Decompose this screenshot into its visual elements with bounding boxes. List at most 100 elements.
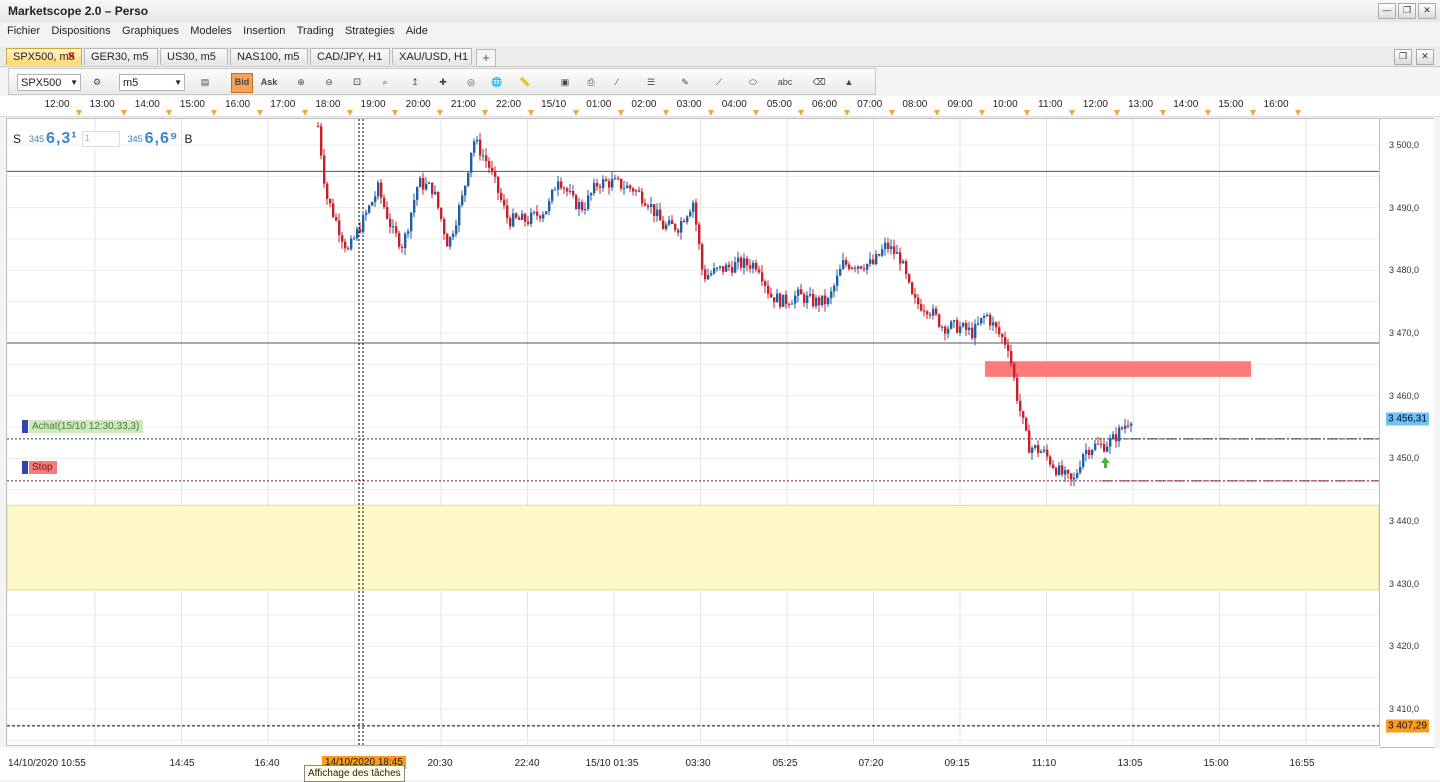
- text-icon[interactable]: abc: [775, 73, 795, 91]
- lines-style-icon[interactable]: ☰: [641, 73, 661, 91]
- chart-canvas[interactable]: [7, 119, 1379, 745]
- candle-body: [767, 285, 770, 294]
- eraser-icon[interactable]: ⌫: [809, 73, 829, 91]
- instrument-select[interactable]: SPX500 ▼: [17, 74, 81, 91]
- menu-aide[interactable]: Aide: [402, 22, 432, 37]
- tab-ger30[interactable]: GER30, m5: [84, 48, 158, 65]
- candle-body: [635, 190, 638, 192]
- time-label-top: 18:00: [315, 99, 341, 110]
- tab-nas100[interactable]: NAS100, m5: [230, 48, 308, 65]
- menu-fichier[interactable]: Fichier: [3, 22, 44, 37]
- line-tool-icon[interactable]: ⟋: [709, 73, 729, 91]
- candle-body: [1013, 363, 1016, 378]
- print-icon[interactable]: ⎙: [581, 73, 601, 91]
- restore-chart-icon[interactable]: ❐: [1394, 49, 1412, 65]
- candle-body: [320, 126, 323, 156]
- candle-body: [854, 267, 857, 269]
- session-marker-icon: [1204, 110, 1211, 116]
- candle-body: [317, 126, 320, 128]
- candle-body: [647, 205, 650, 208]
- candle-body: [341, 235, 344, 242]
- candle-body: [680, 221, 683, 233]
- menu-graphiques[interactable]: Graphiques: [118, 22, 183, 37]
- tree-icon[interactable]: ▲: [839, 73, 859, 91]
- fib-icon[interactable]: ∕: [607, 73, 627, 91]
- menu-trading[interactable]: Trading: [293, 22, 338, 37]
- tab-xauusd[interactable]: XAU/USD, H1: [392, 48, 472, 65]
- crosshair-icon[interactable]: ✚: [433, 73, 453, 91]
- tab-label: XAU/USD, H1: [399, 51, 469, 63]
- entry-order-handle[interactable]: [22, 420, 28, 433]
- time-axis-bottom: 14/10/2020 18:45 14/10/2020 10:55 14:45 16…: [0, 748, 1440, 780]
- price-chart[interactable]: S 345 6,3¹ 1 345 6,6⁹ B Achat(15/10 12:3…: [6, 118, 1380, 746]
- candle-body: [758, 269, 761, 273]
- candle-body: [566, 188, 569, 192]
- timeframe-select[interactable]: m5 ▼: [119, 74, 185, 91]
- candle-body: [398, 233, 401, 247]
- restore-icon[interactable]: ❐: [1398, 3, 1416, 19]
- sell-label[interactable]: S: [13, 132, 21, 146]
- candle-body: [866, 263, 869, 270]
- candle-body: [746, 258, 749, 266]
- candle-body: [572, 191, 575, 196]
- sell-price[interactable]: 6,3¹: [46, 130, 78, 148]
- screenshot-icon[interactable]: ◎: [461, 73, 481, 91]
- add-tab-button[interactable]: +: [476, 49, 496, 67]
- stop-order-handle[interactable]: [22, 461, 28, 474]
- candle-body: [770, 293, 773, 298]
- amount-input[interactable]: 1: [81, 131, 120, 147]
- stop-order-label[interactable]: Stop: [29, 461, 57, 474]
- candle-body: [665, 224, 668, 230]
- candle-body: [797, 289, 800, 296]
- candle-body: [1037, 445, 1040, 453]
- buy-label[interactable]: B: [185, 132, 193, 146]
- zoom-area-icon[interactable]: ⌕: [375, 73, 395, 91]
- period-icon[interactable]: ⚙: [87, 73, 107, 91]
- chart-type-icon[interactable]: ▤: [195, 73, 215, 91]
- zoom-out-icon[interactable]: ⊖: [319, 73, 339, 91]
- candle-body: [1022, 411, 1025, 418]
- zoom-fit-icon[interactable]: ⚀: [347, 73, 367, 91]
- scroll-icon[interactable]: ↥: [405, 73, 425, 91]
- candle-body: [326, 183, 329, 199]
- candle-body: [1031, 447, 1034, 453]
- candle-body: [1007, 344, 1010, 352]
- menu-modeles[interactable]: Modeles: [186, 22, 236, 37]
- candle-body: [722, 266, 725, 272]
- candle-body: [638, 190, 641, 192]
- candle-body: [377, 182, 380, 197]
- menu-dispositions[interactable]: Dispositions: [47, 22, 114, 37]
- globe-icon[interactable]: 🌐: [487, 73, 507, 91]
- ask-button[interactable]: Ask: [259, 73, 279, 91]
- menu-insertion[interactable]: Insertion: [239, 22, 289, 37]
- candle-body: [716, 267, 719, 269]
- picture-icon[interactable]: ▣: [555, 73, 575, 91]
- minimize-icon[interactable]: —: [1378, 3, 1396, 19]
- tab-spx500[interactable]: SPX500, m5 ✕: [6, 48, 82, 65]
- candle-body: [488, 161, 491, 168]
- close-tab-icon[interactable]: ✕: [67, 49, 76, 66]
- shape-icon[interactable]: ⬭: [743, 73, 763, 91]
- candle-body: [938, 314, 941, 327]
- candle-body: [695, 202, 698, 225]
- tab-label: CAD/JPY, H1: [317, 51, 383, 63]
- candle-body: [344, 241, 347, 249]
- close-icon[interactable]: ✕: [1418, 3, 1436, 19]
- pen-icon[interactable]: ✎: [675, 73, 695, 91]
- candle-body: [548, 201, 551, 212]
- candle-body: [608, 181, 611, 188]
- price-label: 3 450,0: [1389, 453, 1420, 464]
- entry-order-label[interactable]: Achat(15/10 12:30,33,3): [29, 420, 144, 433]
- ruler-icon[interactable]: 📏: [515, 73, 535, 91]
- candle-body: [407, 231, 410, 234]
- bid-button[interactable]: Bid: [231, 73, 253, 93]
- zoom-in-icon[interactable]: ⊕: [291, 73, 311, 91]
- buy-price[interactable]: 6,6⁹: [145, 130, 179, 148]
- close-chart-icon[interactable]: ✕: [1416, 49, 1434, 65]
- candle-body: [728, 264, 731, 267]
- menu-strategies[interactable]: Strategies: [341, 22, 399, 37]
- tab-us30[interactable]: US30, m5: [160, 48, 228, 65]
- candle-body: [563, 187, 566, 189]
- current-price-label: 3 456,31: [1386, 412, 1429, 426]
- tab-cadjpy[interactable]: CAD/JPY, H1: [310, 48, 390, 65]
